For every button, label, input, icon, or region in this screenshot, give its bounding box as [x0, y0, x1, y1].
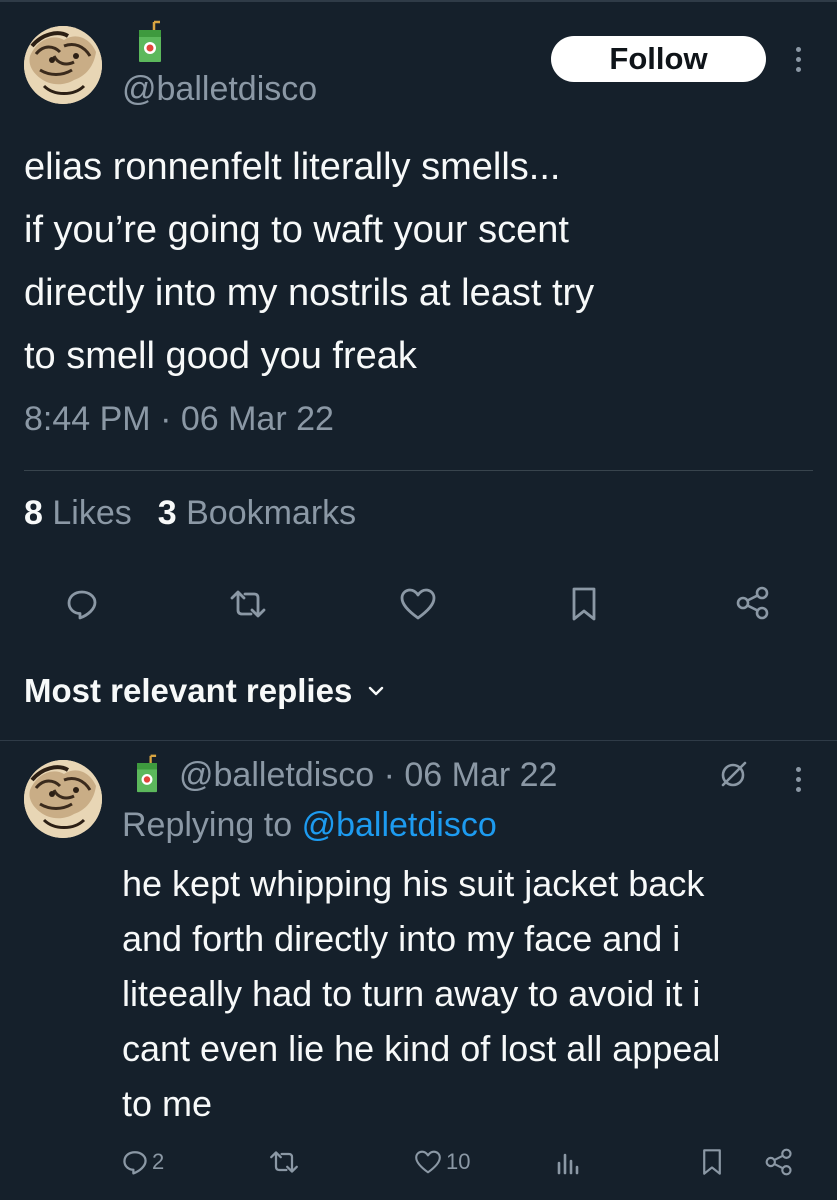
author-handle[interactable]: @balletdisco — [122, 70, 317, 109]
share-icon — [765, 1148, 792, 1176]
reply-text: he kept whipping his suit jacket back an… — [122, 856, 822, 1131]
reply-icon — [123, 1151, 147, 1175]
reply-more-options-icon[interactable] — [793, 767, 803, 792]
retweet-icon — [270, 1151, 298, 1173]
like-count: 10 — [446, 1149, 471, 1174]
tweet-timestamp[interactable]: 8:44 PM · 06 Mar 22 — [24, 400, 334, 439]
bookmarks-label: Bookmarks — [186, 494, 357, 532]
reply-views-button[interactable] — [555, 1146, 581, 1178]
reply-bookmark-button[interactable] — [701, 1146, 723, 1178]
more-options-icon[interactable] — [793, 47, 803, 72]
replies-sort-dropdown[interactable]: Most relevant replies — [24, 672, 386, 710]
tweet-text-line: to smell good you freak — [24, 335, 417, 377]
tweet-text-line: directly into my nostrils at least try — [24, 272, 595, 314]
bookmarks-count: 3 — [157, 494, 177, 532]
reply-icon[interactable] — [66, 588, 98, 620]
replying-to-mention[interactable]: @balletdisco — [302, 806, 497, 844]
bookmarks-stat[interactable]: 3 Bookmarks — [158, 494, 356, 532]
grok-analyze-icon[interactable] — [717, 759, 749, 791]
bookmark-icon[interactable] — [570, 586, 598, 622]
tweet-text-line: elias ronnenfelt literally smells... — [24, 146, 561, 188]
replying-to-label: Replying to — [122, 806, 293, 844]
like-icon[interactable] — [399, 587, 437, 621]
views-icon — [557, 1153, 579, 1175]
reply-author-meta[interactable]: @balletdisco · 06 Mar 22 — [179, 756, 557, 795]
reply-share-button[interactable] — [764, 1146, 794, 1178]
top-border — [0, 0, 837, 2]
bookmark-icon — [703, 1149, 721, 1175]
reply-text-line: to me — [122, 1083, 213, 1124]
reply-retweet-button[interactable] — [268, 1146, 300, 1178]
share-icon[interactable] — [735, 586, 771, 620]
reply-text-line: and forth directly into my face and i — [122, 918, 681, 959]
replying-to: Replying to @balletdisco — [122, 806, 497, 845]
reply-avatar[interactable] — [24, 760, 102, 838]
likes-count: 8 — [24, 494, 43, 532]
likes-label: Likes — [52, 494, 132, 532]
tweet-text-line: if you’re going to waft your scent — [24, 209, 569, 251]
retweet-icon[interactable] — [228, 588, 268, 620]
avatar-image — [24, 760, 102, 838]
tweet-text: elias ronnenfelt literally smells... if … — [24, 136, 814, 388]
likes-stat[interactable]: 8 Likes — [24, 494, 132, 532]
like-icon — [415, 1150, 441, 1174]
juice-box-icon — [139, 20, 161, 62]
reply-count: 2 — [152, 1149, 165, 1174]
follow-button[interactable]: Follow — [551, 36, 766, 82]
juice-box-icon — [137, 754, 157, 793]
avatar[interactable] — [24, 26, 102, 104]
replies-heading: Most relevant replies — [24, 672, 353, 709]
engagement-stats: 8 Likes 3 Bookmarks — [24, 494, 356, 533]
avatar-image — [24, 26, 102, 104]
reply-text-line: he kept whipping his suit jacket back — [122, 863, 705, 904]
reply-text-line: cant even lie he kind of lost all appeal — [122, 1028, 721, 1069]
chevron-down-icon — [369, 686, 384, 696]
divider — [24, 470, 813, 471]
divider — [0, 740, 837, 741]
reply-reply-button[interactable]: 2 — [122, 1146, 164, 1178]
reply-text-line: liteeally had to turn away to avoid it i — [122, 973, 701, 1014]
reply-like-button[interactable]: 10 — [414, 1146, 470, 1178]
